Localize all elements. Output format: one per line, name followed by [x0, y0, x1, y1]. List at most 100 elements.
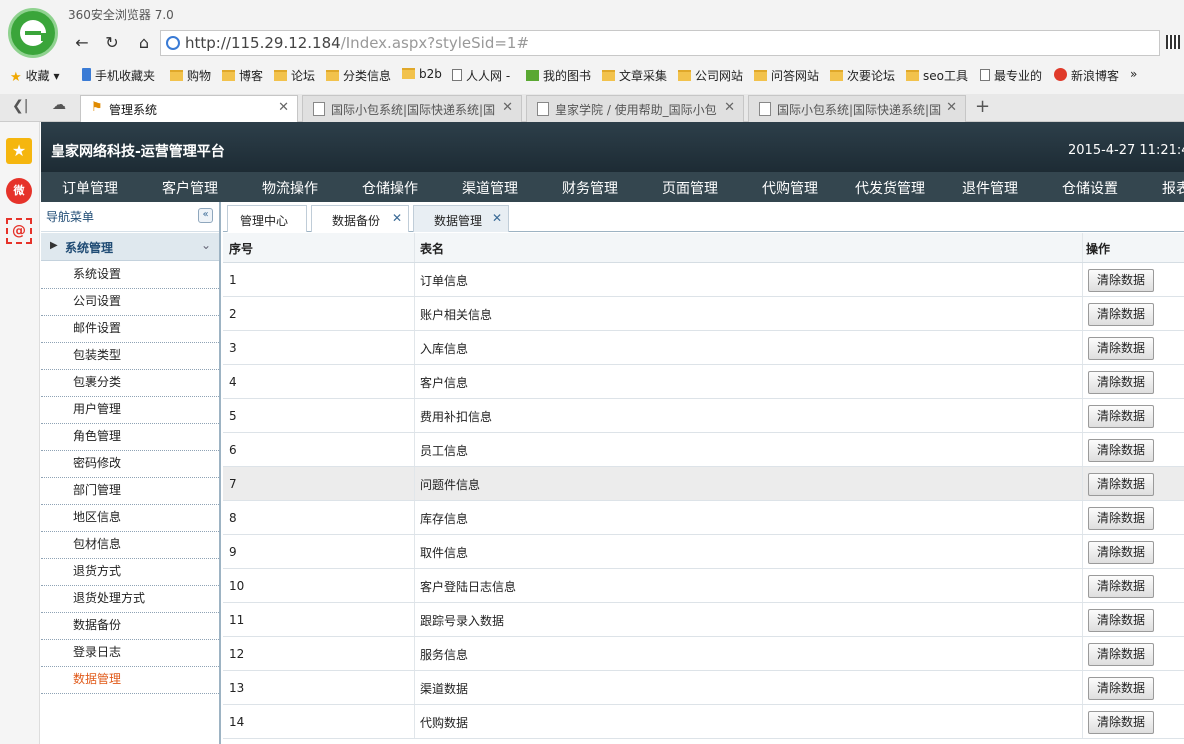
clear-data-button[interactable]: 清除数据 [1088, 677, 1154, 700]
clear-data-button[interactable]: 清除数据 [1088, 439, 1154, 462]
row-number: 8 [229, 511, 237, 525]
menu-item[interactable]: 渠道管理 [462, 178, 518, 198]
back-arrow-icon[interactable]: ← [72, 33, 92, 53]
row-number: 1 [229, 273, 237, 287]
nav-item[interactable]: 用户管理 [41, 397, 219, 424]
table-name: 服务信息 [420, 648, 469, 662]
nav-group-system[interactable]: ▶ 系统管理 ⌄ [41, 233, 219, 261]
email-at-icon[interactable]: @ [6, 218, 32, 244]
bookmark-item[interactable]: 论坛 [274, 67, 315, 84]
bookmark-item[interactable]: 手机收藏夹 [82, 67, 155, 84]
nav-item[interactable]: 地区信息 [41, 505, 219, 532]
menu-item[interactable]: 仓储操作 [362, 178, 418, 198]
new-tab-icon[interactable]: + [975, 96, 990, 117]
clear-data-button[interactable]: 清除数据 [1088, 711, 1154, 734]
table-name: 入库信息 [420, 342, 469, 356]
nav-item[interactable]: 数据备份 [41, 613, 219, 640]
nav-item[interactable]: 登录日志 [41, 640, 219, 667]
collapse-icon[interactable]: « [198, 208, 213, 223]
menu-item[interactable]: 退件管理 [962, 178, 1018, 198]
close-tab-icon[interactable]: ✕ [724, 100, 735, 115]
data-table: 序号 表名 操作 1 订单信息 清除数据 2 账户相关信息 清除数据 3 入库信息 清除数据 4 客… [223, 233, 1184, 739]
nav-item-active[interactable]: 数据管理 [41, 667, 219, 694]
bookmark-item[interactable]: 最专业的 [980, 67, 1042, 84]
nav-item[interactable]: 退货方式 [41, 559, 219, 586]
tab-data-backup[interactable]: 数据备份 ✕ [311, 205, 409, 232]
table-name: 库存信息 [420, 512, 469, 526]
clear-data-button[interactable]: 清除数据 [1088, 643, 1154, 666]
page-icon [980, 69, 990, 81]
chevron-down-icon[interactable]: ⌄ [201, 238, 211, 252]
address-bar[interactable]: http://115.29.12.184/Index.aspx?styleSid… [160, 30, 1160, 56]
browser-tab[interactable]: ⚑ 管理系统 ✕ [80, 95, 298, 123]
nav-item[interactable]: 退货处理方式 [41, 586, 219, 613]
table-header: 序号 表名 操作 [223, 233, 1184, 263]
nav-item[interactable]: 包装类型 [41, 343, 219, 370]
menu-item[interactable]: 物流操作 [262, 178, 318, 198]
bookmark-item[interactable]: 购物 [170, 67, 211, 84]
bookmark-item[interactable]: seo工具 [906, 67, 968, 84]
close-tab-icon[interactable]: ✕ [502, 100, 513, 115]
bookmark-favorites[interactable]: ★ 收藏 ▾ [10, 67, 60, 85]
menu-item[interactable]: 代发货管理 [855, 178, 925, 198]
favorites-star-icon[interactable]: ★ [6, 138, 32, 164]
close-tab-icon[interactable]: ✕ [278, 100, 289, 115]
clear-data-button[interactable]: 清除数据 [1088, 507, 1154, 530]
browser-tab[interactable]: 国际小包系统|国际快递系统|国 ✕ [748, 95, 966, 122]
nav-item[interactable]: 包材信息 [41, 532, 219, 559]
clear-data-button[interactable]: 清除数据 [1088, 541, 1154, 564]
browser-tab[interactable]: 国际小包系统|国际快递系统|国 ✕ [302, 95, 522, 122]
menu-item[interactable]: 订单管理 [62, 178, 118, 198]
qr-code-icon[interactable] [1166, 35, 1180, 49]
bookmark-item[interactable]: b2b [402, 67, 442, 81]
nav-item[interactable]: 邮件设置 [41, 316, 219, 343]
close-icon[interactable]: ✕ [392, 211, 402, 225]
browser-title: 360安全浏览器 7.0 [68, 8, 174, 22]
weibo-icon[interactable]: 微 [6, 178, 32, 204]
home-icon[interactable]: ⌂ [134, 33, 154, 53]
menu-item[interactable]: 代购管理 [762, 178, 818, 198]
bookmark-item[interactable]: 分类信息 [326, 67, 391, 84]
menu-item[interactable]: 报表 [1162, 178, 1184, 198]
bookmark-item[interactable]: 公司网站 [678, 67, 743, 84]
bookmark-item[interactable]: 我的图书 [526, 67, 591, 84]
clear-data-button[interactable]: 清除数据 [1088, 473, 1154, 496]
clear-data-button[interactable]: 清除数据 [1088, 371, 1154, 394]
nav-item[interactable]: 密码修改 [41, 451, 219, 478]
tab-data-management[interactable]: 数据管理 ✕ [413, 205, 509, 232]
page-flag-icon: ⚑ [91, 100, 103, 115]
bookmark-item[interactable]: 人人网 - [452, 67, 510, 84]
clear-data-button[interactable]: 清除数据 [1088, 609, 1154, 632]
bookmark-item[interactable]: 新浪博客 [1054, 67, 1119, 84]
clear-data-button[interactable]: 清除数据 [1088, 575, 1154, 598]
nav-item[interactable]: 系统设置 [41, 262, 219, 289]
clear-data-button[interactable]: 清除数据 [1088, 303, 1154, 326]
clear-data-button[interactable]: 清除数据 [1088, 269, 1154, 292]
cloud-icon[interactable]: ☁ [52, 97, 66, 113]
nav-item[interactable]: 角色管理 [41, 424, 219, 451]
row-number: 12 [229, 647, 245, 661]
globe-icon [166, 36, 180, 50]
menu-item[interactable]: 客户管理 [162, 178, 218, 198]
browser-tab[interactable]: 皇家学院 / 使用帮助_国际小包 ✕ [526, 95, 744, 122]
menu-item[interactable]: 页面管理 [662, 178, 718, 198]
close-tab-icon[interactable]: ✕ [946, 100, 957, 115]
nav-item[interactable]: 公司设置 [41, 289, 219, 316]
bookmark-item[interactable]: 问答网站 [754, 67, 819, 84]
nav-item[interactable]: 包裹分类 [41, 370, 219, 397]
star-icon: ★ [10, 70, 22, 85]
close-icon[interactable]: ✕ [492, 211, 502, 225]
more-bookmarks-icon[interactable]: » [1130, 67, 1137, 81]
bookmark-item[interactable]: 次要论坛 [830, 67, 895, 84]
clear-data-button[interactable]: 清除数据 [1088, 405, 1154, 428]
clear-data-button[interactable]: 清除数据 [1088, 337, 1154, 360]
refresh-icon[interactable]: ↻ [102, 33, 122, 53]
nav-item[interactable]: 部门管理 [41, 478, 219, 505]
tab-management-center[interactable]: 管理中心 [227, 205, 307, 232]
nav-list: 系统设置 公司设置 邮件设置 包装类型 包裹分类 用户管理 角色管理 密码修改 … [41, 262, 219, 694]
menu-item[interactable]: 仓储设置 [1062, 178, 1118, 198]
menu-item[interactable]: 财务管理 [562, 178, 618, 198]
bookmark-item[interactable]: 博客 [222, 67, 263, 84]
bookmark-item[interactable]: 文章采集 [602, 67, 667, 84]
tab-list-icon[interactable]: ❮| [12, 98, 28, 114]
